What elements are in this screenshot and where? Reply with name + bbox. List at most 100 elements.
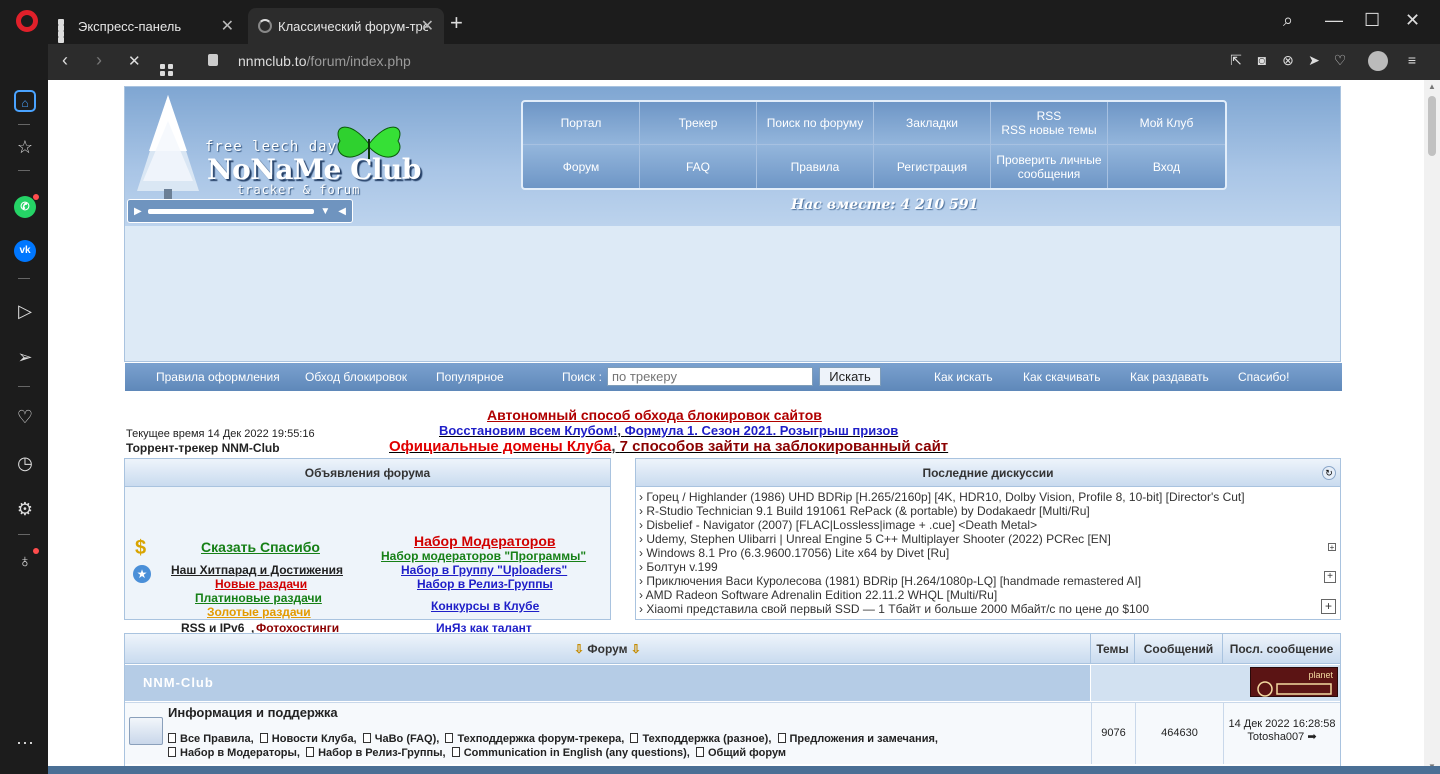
maximize-icon[interactable]: ☐ xyxy=(1364,10,1380,31)
subforum-link[interactable]: Техподдержка форум-трекера, xyxy=(457,733,624,745)
nav-login[interactable]: Вход xyxy=(1108,145,1225,188)
link-contests[interactable]: Конкурсы в Клубе xyxy=(431,599,539,613)
opera-menu-icon[interactable] xyxy=(16,10,38,32)
more-icon[interactable]: ⋯ xyxy=(14,732,36,754)
page-scrollbar[interactable]: ▲ ▼ xyxy=(1424,80,1440,774)
nav-rules[interactable]: Правила xyxy=(757,145,874,188)
star-bookmarks-icon[interactable]: ☆ xyxy=(14,136,36,158)
link-release-groups[interactable]: Набор в Релиз-Группы xyxy=(417,577,553,591)
subforum-link[interactable]: Общий форум xyxy=(708,747,786,759)
expand-plus-icon[interactable]: + xyxy=(1321,599,1336,614)
discussion-item[interactable]: › Горец / Highlander (1986) UHD BDRip [H… xyxy=(639,490,1340,504)
discussion-item[interactable]: › Windows 8.1 Pro (6.3.9600.17056) Lite … xyxy=(639,546,1340,560)
subforum-link[interactable]: Техподдержка (разное), xyxy=(642,733,771,745)
back-icon[interactable]: ‹ xyxy=(62,50,68,71)
tabs-overview-icon[interactable] xyxy=(160,53,174,76)
link-how-to-search[interactable]: Как искать xyxy=(934,370,993,384)
flow-send-icon[interactable]: ➢ xyxy=(14,346,36,368)
dropdown-icon[interactable]: ▼ xyxy=(320,206,330,217)
heart-sidebar-icon[interactable]: ♡ xyxy=(14,406,36,428)
home-icon[interactable]: ⌂ xyxy=(14,90,36,112)
nav-my-club[interactable]: Мой Клуб xyxy=(1108,102,1225,145)
subforum-link[interactable]: Набор в Модераторы, xyxy=(180,747,300,759)
heart-icon[interactable]: ♡ xyxy=(1332,52,1348,68)
nav-faq[interactable]: FAQ xyxy=(640,145,757,188)
close-tab-icon[interactable]: ✕ xyxy=(421,16,434,36)
discussion-item[interactable]: › Disbelief - Navigator (2007) [FLAC|Los… xyxy=(639,518,1340,532)
forum-title[interactable]: Информация и поддержка xyxy=(168,705,338,720)
category-nnm-club[interactable]: NNM-Club xyxy=(125,665,1090,701)
link-new-releases[interactable]: Новые раздачи xyxy=(215,577,307,591)
subforum-link[interactable]: Предложения и замечания, xyxy=(790,733,938,745)
tips-bulb-icon[interactable]: ♁ xyxy=(14,550,36,572)
discussion-item[interactable]: › R-Studio Technician 9.1 Build 191061 R… xyxy=(639,504,1340,518)
link-platinum[interactable]: Платиновые раздачи xyxy=(195,591,322,605)
sort-down-icon[interactable]: ⇩ xyxy=(631,642,641,656)
settings-gear-icon[interactable]: ⚙ xyxy=(14,498,36,520)
discussion-item[interactable]: › Xiaomi представила свой первый SSD — 1… xyxy=(639,602,1340,616)
nav-portal[interactable]: Портал xyxy=(523,102,640,145)
nav-register[interactable]: Регистрация xyxy=(874,145,991,188)
audio-player[interactable]: ▶ ▼ ◀ xyxy=(127,199,353,223)
link-popular[interactable]: Популярное xyxy=(436,370,504,384)
notice-official-domains[interactable]: Официальные домены Клуба xyxy=(389,438,611,455)
search-button[interactable]: Искать xyxy=(819,367,881,386)
search-tabs-icon[interactable]: ⌕ xyxy=(1283,10,1293,31)
stop-loading-icon[interactable]: ✕ xyxy=(128,52,141,70)
link-bypass-blocks[interactable]: Обход блокировок xyxy=(305,370,407,384)
link-say-thanks[interactable]: Сказать Спасибо xyxy=(201,539,320,555)
link-thanks[interactable]: Спасибо! xyxy=(1238,370,1289,384)
last-post-user[interactable]: Totosha007 xyxy=(1247,731,1304,743)
link-how-to-seed[interactable]: Как раздавать xyxy=(1130,370,1209,384)
scroll-up-icon[interactable]: ▲ xyxy=(1428,82,1436,91)
vk-icon[interactable]: vk xyxy=(14,240,36,262)
nav-forum-search[interactable]: Поиск по форуму xyxy=(757,102,874,145)
snapshot-icon[interactable]: ◙ xyxy=(1254,52,1270,68)
link-hitparade[interactable]: Наш Хитпарад и Достижения xyxy=(171,563,343,577)
planet-banner[interactable]: planet xyxy=(1250,667,1338,697)
easy-setup-icon[interactable]: ≡ xyxy=(1404,52,1420,68)
close-window-icon[interactable]: ✕ xyxy=(1405,10,1420,31)
adblock-icon[interactable]: ⊗ xyxy=(1280,52,1296,68)
link-gold[interactable]: Золотые раздачи xyxy=(207,605,311,619)
history-icon[interactable]: ◷ xyxy=(14,452,36,474)
link-mod-programs[interactable]: Набор модераторов "Программы" xyxy=(381,549,586,563)
search-input[interactable] xyxy=(607,367,813,386)
scroll-thumb[interactable] xyxy=(1428,96,1436,156)
send-icon[interactable]: ➤ xyxy=(1306,52,1322,68)
discussion-item[interactable]: › AMD Radeon Software Adrenalin Edition … xyxy=(639,588,1340,602)
refresh-icon[interactable]: ↻ xyxy=(1322,466,1336,480)
subforum-link[interactable]: ЧаВо (FAQ), xyxy=(375,733,440,745)
whatsapp-icon[interactable]: ✆ xyxy=(14,196,36,218)
player-progress[interactable] xyxy=(147,208,315,214)
nav-private-messages[interactable]: Проверить личные сообщения xyxy=(991,145,1108,188)
nav-forum[interactable]: Форум xyxy=(523,145,640,188)
close-tab-icon[interactable]: ✕ xyxy=(221,16,234,36)
forward-icon[interactable]: › xyxy=(96,50,102,71)
minimize-icon[interactable]: — xyxy=(1325,10,1343,31)
link-uploaders[interactable]: Набор в Группу "Uploaders" xyxy=(401,563,567,577)
notice-autonomous-bypass[interactable]: Автономный способ обхода блокировок сайт… xyxy=(487,407,822,423)
expand-plus-icon[interactable]: + xyxy=(1324,571,1336,583)
nav-rss[interactable]: RSS RSS новые темы xyxy=(991,102,1108,145)
nav-tracker[interactable]: Трекер xyxy=(640,102,757,145)
link-formatting-rules[interactable]: Правила оформления xyxy=(156,370,280,384)
notice-7-ways[interactable]: 7 способов зайти на заблокированный сайт xyxy=(620,438,948,455)
tab-express-panel[interactable]: Экспресс-панель ✕ xyxy=(48,8,244,44)
profile-avatar[interactable] xyxy=(1368,51,1388,71)
new-tab-icon[interactable]: + xyxy=(450,12,463,34)
share-icon[interactable]: ⇱ xyxy=(1228,52,1244,68)
expand-plus-icon[interactable]: + xyxy=(1328,543,1336,552)
discussion-item[interactable]: › Udemy, Stephen Ulibarri | Unreal Engin… xyxy=(639,532,1340,546)
discussion-item[interactable]: › Болтун v.199 xyxy=(639,560,1340,574)
sort-down-icon[interactable]: ⇩ xyxy=(574,642,584,656)
subforum-link[interactable]: Новости Клуба, xyxy=(272,733,357,745)
link-mod-recruit[interactable]: Набор Модераторов xyxy=(414,533,556,549)
notice-restore-club[interactable]: Восстановим всем Клубом! xyxy=(439,423,617,438)
notice-formula1[interactable]: Формула 1. Сезон 2021. Розыгрыш призов xyxy=(625,423,899,438)
player-icon[interactable]: ▷ xyxy=(14,300,36,322)
play-icon[interactable]: ▶ xyxy=(134,206,142,217)
subforum-link[interactable]: Communication in English (any questions)… xyxy=(464,747,690,759)
volume-icon[interactable]: ◀ xyxy=(338,206,346,217)
subforum-link[interactable]: Набор в Релиз-Группы, xyxy=(318,747,445,759)
